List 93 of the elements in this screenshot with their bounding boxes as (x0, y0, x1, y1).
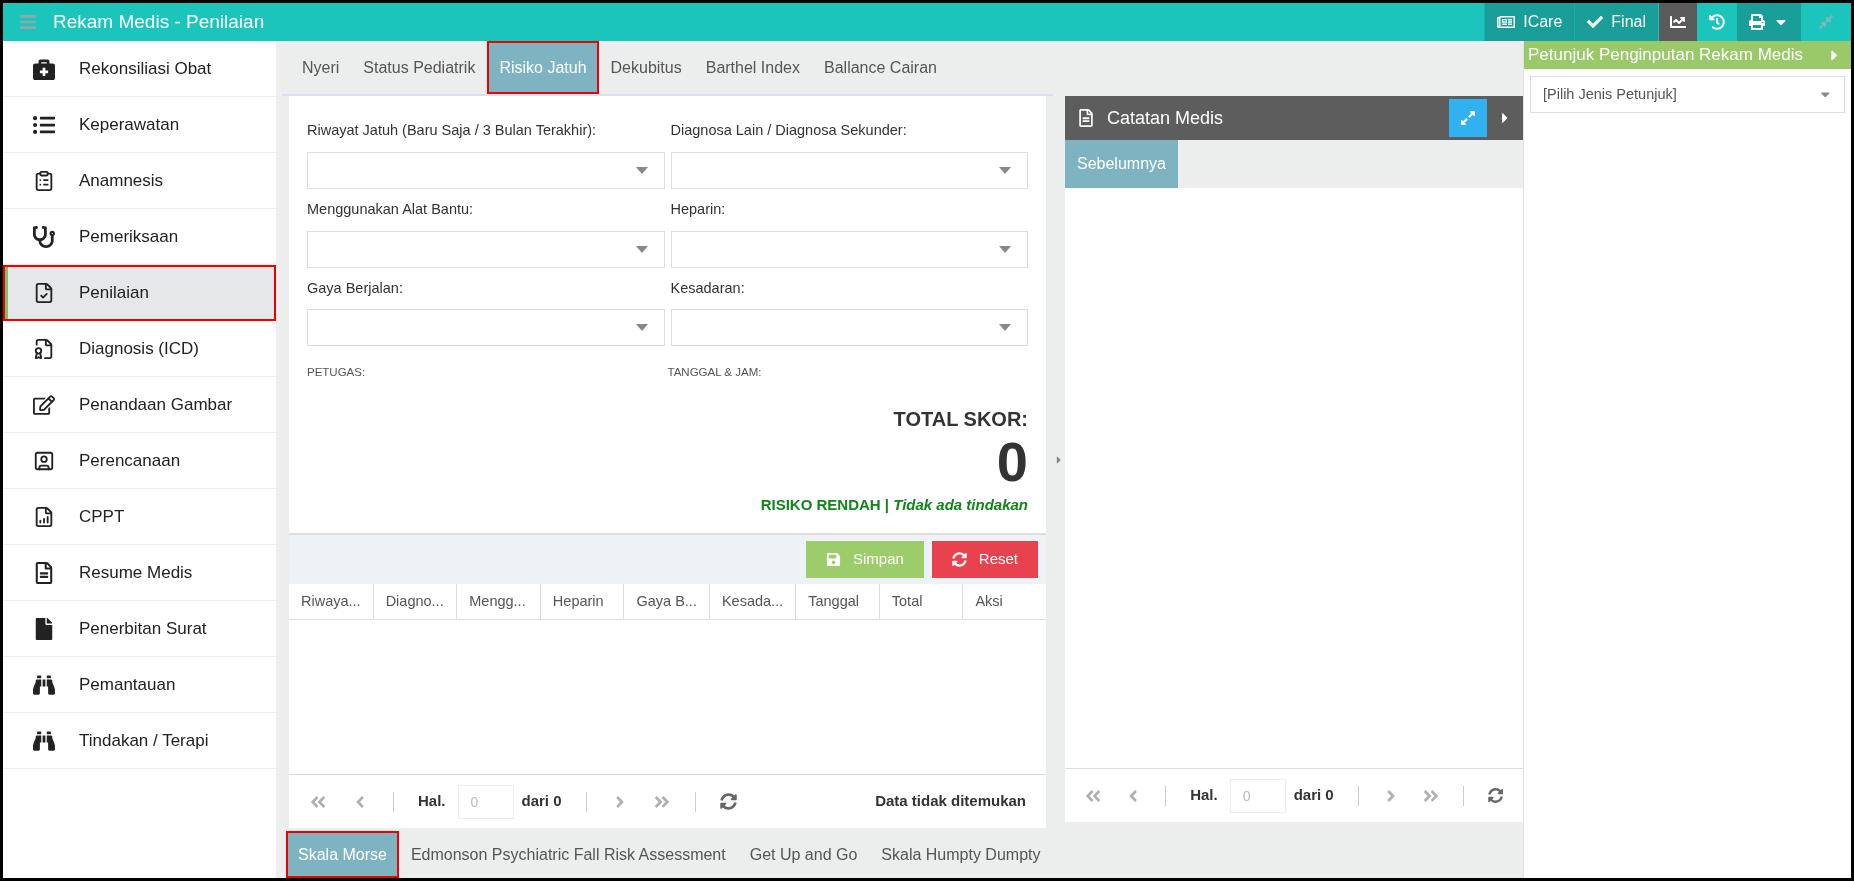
sidebar-item[interactable]: Anamnesis (3, 153, 276, 209)
field-label: Menggunakan Alat Bantu: (307, 199, 475, 219)
select-field[interactable] (307, 309, 665, 347)
print-icon (1749, 14, 1765, 30)
tab[interactable]: Get Up and Go (737, 831, 870, 878)
check-icon (1587, 14, 1604, 30)
tab[interactable]: Nyeri (290, 41, 352, 94)
card-icon (1497, 13, 1516, 31)
list-icon (33, 113, 55, 136)
tab[interactable]: Dekubitus (598, 41, 694, 94)
chart-button[interactable] (1659, 3, 1697, 41)
tab[interactable]: Barthel Index (693, 41, 812, 94)
page-input[interactable]: 0 (1229, 778, 1286, 813)
chart-document-icon (33, 505, 55, 528)
refresh-icon[interactable] (1487, 787, 1503, 804)
datetime-label: TANGGAL & JAM: (667, 365, 763, 381)
expand-button[interactable] (1449, 99, 1487, 137)
select-field[interactable] (307, 151, 665, 189)
field-label: Heparin: (670, 199, 727, 219)
field-label: Riwayat Jatuh (Baru Saja / 3 Bulan Terakhir): (307, 121, 598, 140)
total-score-value: 0 (996, 433, 1028, 490)
binoculars-icon (33, 673, 55, 696)
sidebar-item[interactable]: Penandaan Gambar (3, 377, 276, 433)
column-header: Riwaya... (289, 584, 374, 619)
caret-icon (999, 324, 1011, 332)
sidebar-item[interactable]: Rekonsiliasi Obat (3, 41, 276, 97)
tab[interactable]: Status Pediatrik (351, 41, 488, 94)
select-field[interactable] (670, 309, 1028, 347)
document-icon (33, 561, 55, 584)
tab[interactable]: Edmonson Psychiatric Fall Risk Assessment (398, 831, 738, 878)
stethoscope-icon (33, 225, 55, 248)
field-label: Kesadaran: (670, 278, 746, 298)
edit-icon (33, 393, 55, 416)
panel-title: Catatan Medis (1107, 106, 1224, 130)
tab[interactable]: Ballance Cairan (812, 41, 949, 94)
risk-text: RISIKO RENDAH | Tidak ada tindakan (760, 494, 1028, 515)
caret-icon (999, 166, 1011, 174)
document-icon (1077, 109, 1095, 127)
column-header: Heparin (540, 584, 625, 619)
page-label: Hal. (1190, 785, 1218, 806)
sidebar-item[interactable]: Pemantauan (3, 657, 276, 713)
medical-kit-icon (33, 57, 55, 80)
page-total: dari 0 (1293, 785, 1334, 806)
sidebar-item[interactable]: Resume Medis (3, 545, 276, 601)
column-header: Diagno... (373, 584, 458, 619)
column-header: Tanggal (796, 584, 880, 619)
column-header: Gaya B... (624, 584, 710, 619)
sidebar-item[interactable]: CPPT (3, 489, 276, 545)
caret-icon (635, 245, 648, 253)
sidebar-item[interactable]: Diagnosis (ICD) (3, 321, 276, 377)
total-score-label: TOTAL SKOR: (893, 406, 1028, 432)
save-icon (825, 552, 841, 567)
collapse-icon (1818, 14, 1834, 30)
caret-icon (999, 245, 1011, 253)
clipboard-icon (33, 169, 55, 192)
page-total: dari 0 (521, 791, 562, 812)
history-icon (1709, 14, 1725, 30)
page-label: Hal. (418, 791, 446, 812)
print-button[interactable] (1737, 3, 1801, 41)
sidebar-item[interactable]: Keperawatan (3, 97, 276, 153)
sidebar-item[interactable]: Penilaian (3, 265, 276, 321)
expand-icon (1460, 110, 1476, 126)
refresh-icon (951, 552, 967, 567)
field-label: Diagnosa Lain / Diagnosa Sekunder: (670, 121, 908, 140)
chart-icon (1670, 14, 1686, 30)
sidebar-item[interactable]: Tindakan / Terapi (3, 713, 276, 769)
column-header: Kesada... (709, 584, 797, 619)
guide-title: Petunjuk Penginputan Rekam Medis (1528, 44, 1803, 67)
window-title: Rekam Medis - Penilaian (53, 9, 265, 34)
column-header: Mengg... (457, 584, 541, 619)
person-document-icon (33, 449, 55, 472)
sidebar-item[interactable]: Penerbitan Surat (3, 601, 276, 657)
refresh-icon[interactable] (719, 793, 737, 810)
tab[interactable]: Skala Humpty Dumpty (869, 831, 1053, 878)
column-header: Aksi (974, 591, 1004, 611)
file-icon (33, 617, 55, 640)
caret-icon (635, 166, 648, 174)
status-text: Data tidak ditemukan (875, 791, 1026, 812)
document-icon (33, 337, 55, 360)
field-label: Gaya Berjalan: (307, 278, 404, 298)
guide-select[interactable]: [Pilih Jenis Petunjuk] (1530, 76, 1845, 113)
sidebar-item[interactable]: Perencanaan (3, 433, 276, 489)
staff-label: PETUGAS: (307, 365, 367, 381)
reset-button[interactable]: Reset (931, 541, 1038, 578)
binoculars-icon (33, 729, 55, 752)
document-check-icon (33, 282, 55, 304)
select-field[interactable] (670, 230, 1028, 268)
menu-icon[interactable] (19, 13, 37, 31)
caret-icon (635, 324, 648, 332)
page-input[interactable]: 0 (457, 784, 514, 819)
select-field[interactable] (307, 230, 665, 268)
column-header: Total (879, 584, 964, 619)
select-field[interactable] (670, 151, 1028, 189)
